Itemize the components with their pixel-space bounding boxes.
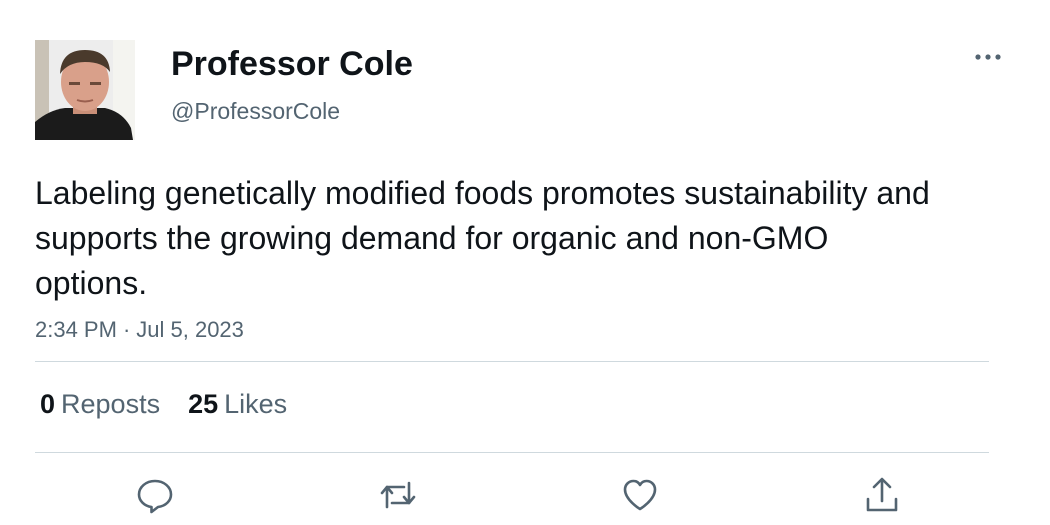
repost-arrows-icon [380,481,416,509]
tweet-text: Labeling genetically modified foods prom… [35,175,930,301]
reply-button[interactable] [135,475,175,515]
more-options-button[interactable] [968,42,1008,72]
share-button[interactable] [862,475,902,515]
tweet-time: 2:34 PM [35,317,117,342]
engagement-stats: 0 Reposts 25 Likes [40,388,315,420]
repost-button[interactable] [378,475,418,515]
likes-count: 25 [188,389,219,419]
speech-bubble-icon [137,479,173,514]
reposts-stat[interactable]: 0 Reposts [40,389,160,419]
tweet-date: Jul 5, 2023 [136,317,244,342]
ellipsis-icon [975,54,1001,60]
likes-label: Likes [224,389,288,419]
divider [35,452,989,453]
avatar[interactable] [35,40,135,140]
author-handle[interactable]: @ProfessorCole [171,97,340,125]
profile-photo-icon [35,40,135,140]
heart-icon [623,479,657,511]
like-button[interactable] [620,475,660,515]
reposts-label: Reposts [61,389,161,419]
share-upload-icon [866,477,898,512]
author-display-name[interactable]: Professor Cole [171,44,413,84]
divider [35,361,989,362]
reposts-count: 0 [40,389,56,419]
tweet-timestamp[interactable]: 2:34 PM · Jul 5, 2023 [35,316,244,344]
likes-stat[interactable]: 25 Likes [188,389,287,419]
timestamp-separator: · [122,317,131,342]
